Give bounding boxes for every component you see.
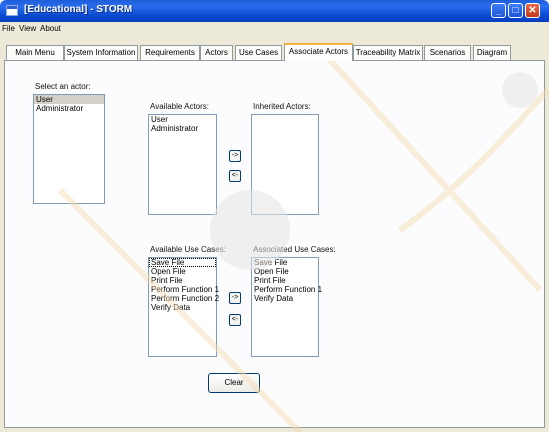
clear-button[interactable]: Clear: [208, 373, 260, 393]
inherited-actors-label: Inherited Actors:: [253, 102, 311, 111]
list-item-administrator[interactable]: Administrator: [34, 104, 104, 113]
tab-main-menu[interactable]: Main Menu: [6, 45, 64, 60]
menu-file[interactable]: File: [2, 24, 15, 33]
window-title: [Educational] - STORM: [24, 4, 133, 15]
list-item-open-file[interactable]: Open File: [252, 267, 318, 276]
tab-use-cases[interactable]: Use Cases: [235, 45, 282, 60]
list-item-perform-function-1[interactable]: Perform Function 1: [252, 285, 322, 294]
list-item-verify-data[interactable]: Verify Data: [252, 294, 318, 303]
list-item-perform-function-2[interactable]: Perform Function 2: [149, 294, 219, 303]
maximize-button[interactable]: □: [508, 3, 523, 18]
list-item-print-file[interactable]: Print File: [149, 276, 216, 285]
remove-actor-button[interactable]: <-: [229, 170, 241, 182]
menu-view[interactable]: View: [19, 24, 36, 33]
list-item-administrator[interactable]: Administrator: [149, 124, 216, 133]
remove-use-case-button[interactable]: <-: [229, 314, 241, 326]
list-item-user[interactable]: User: [34, 95, 104, 104]
minimize-button[interactable]: _: [491, 3, 506, 18]
list-item-verify-data[interactable]: Verify Data: [149, 303, 216, 312]
list-item-print-file[interactable]: Print File: [252, 276, 318, 285]
menu-about[interactable]: About: [40, 24, 61, 33]
tab-diagram[interactable]: Diagram: [473, 45, 511, 60]
tab-actors[interactable]: Actors: [200, 45, 233, 60]
available-actors-label: Available Actors:: [150, 102, 209, 111]
available-actors-list[interactable]: User Administrator: [148, 114, 217, 215]
list-item-user[interactable]: User: [149, 115, 216, 124]
list-item-perform-function-1[interactable]: Perform Function 1: [149, 285, 219, 294]
list-item-save-file[interactable]: Save File: [149, 258, 216, 267]
close-button[interactable]: ✕: [525, 3, 540, 18]
tab-traceability-matrix[interactable]: Traceability Matrix: [353, 45, 423, 60]
select-actor-list[interactable]: User Administrator: [33, 94, 105, 204]
list-item-open-file[interactable]: Open File: [149, 267, 216, 276]
tab-scenarios[interactable]: Scenarios: [424, 45, 471, 60]
tab-requirements[interactable]: Requirements: [140, 45, 200, 60]
tab-system-information[interactable]: System Information: [64, 45, 138, 60]
select-actor-label: Select an actor:: [35, 82, 91, 91]
associated-use-cases-list[interactable]: Save File Open File Print File Perform F…: [251, 257, 322, 357]
add-use-case-button[interactable]: ->: [229, 292, 241, 304]
menu-bar: File View About: [0, 22, 549, 36]
associated-use-cases-label: Associated Use Cases:: [253, 245, 336, 254]
add-actor-button[interactable]: ->: [229, 150, 241, 162]
tab-associate-actors[interactable]: Associate Actors: [284, 43, 353, 61]
available-use-cases-label: Available Use Cases:: [150, 245, 226, 254]
app-icon: [6, 5, 18, 16]
title-bar: [Educational] - STORM _ □ ✕: [0, 0, 549, 22]
available-use-cases-list[interactable]: Save File Open File Print File Perform F…: [148, 257, 219, 357]
list-item-save-file[interactable]: Save File: [252, 258, 318, 267]
inherited-actors-list[interactable]: [251, 114, 319, 215]
